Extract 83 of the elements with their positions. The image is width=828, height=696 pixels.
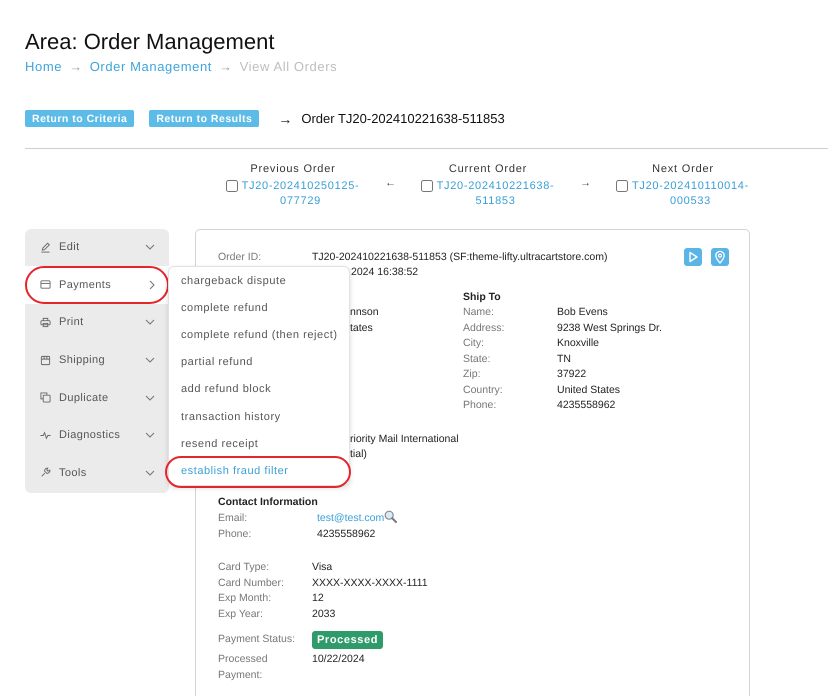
field-label: Phone: — [463, 398, 498, 413]
field-label: Name: — [463, 305, 495, 320]
chevron-down-icon — [145, 432, 155, 438]
chevron-down-icon — [145, 470, 155, 476]
map-pin-icon[interactable] — [711, 248, 729, 266]
field-value: 2033 — [312, 606, 336, 622]
field-value: nnson — [350, 306, 379, 318]
menu-item[interactable]: complete refund (then reject) — [169, 321, 349, 349]
page-title: Area: Order Management — [25, 29, 274, 55]
breadcrumb-current: View All Orders — [240, 59, 338, 75]
field-label: Processed Payment: — [218, 652, 269, 682]
field-label: State: — [463, 352, 492, 366]
nav-heading: Current Order — [448, 163, 528, 175]
field-value: Visa — [312, 560, 332, 575]
field-label: Card Number: — [218, 576, 285, 590]
chevron-down-icon — [145, 394, 155, 401]
credit-card-icon — [40, 279, 51, 290]
pencil-icon — [40, 242, 51, 253]
printer-icon — [40, 316, 51, 328]
sidebar-item[interactable]: Tools — [25, 454, 169, 492]
field-label: Zip: — [463, 367, 482, 382]
field-value: XXXX-XXXX-XXXX-1111 — [312, 576, 428, 590]
field-value: Knoxville — [557, 336, 600, 351]
sidebar-item[interactable]: Duplicate — [25, 378, 169, 416]
arrow-sign: → — [278, 110, 292, 126]
field-value: 4235558962 — [317, 527, 376, 542]
checkbox[interactable] — [420, 180, 432, 192]
field-label: Exp Year: — [218, 606, 264, 622]
field-label: Address: — [463, 320, 506, 336]
field-value: 12 — [312, 591, 324, 606]
field-value: 37922 — [557, 367, 586, 382]
wrench-icon — [40, 467, 51, 478]
field-value: 2024 16:38:52 — [351, 266, 418, 278]
pulse-icon — [40, 430, 51, 441]
sidebar-item[interactable]: Diagnostics — [25, 416, 169, 454]
menu-item[interactable]: resend receipt — [169, 430, 349, 458]
field-label: Email: — [218, 511, 248, 526]
sidebar-item[interactable]: Print — [25, 304, 169, 342]
play-icon[interactable] — [684, 248, 702, 266]
field-label: Exp Month: — [218, 591, 272, 606]
menu-item[interactable]: transaction history — [169, 403, 349, 430]
field-label: Country: — [463, 382, 504, 398]
breadcrumb-separator: → — [69, 59, 83, 75]
nav-heading: Previous Order — [250, 163, 336, 175]
field-value: tates — [350, 322, 373, 334]
field-value: TJ20-202410221638-511853 (SF:theme-lifty.ultracartstore.com) — [312, 250, 608, 264]
field-value: 10/22/2024 — [312, 652, 365, 667]
field-label: Payment Status: — [218, 632, 296, 647]
section-heading: Contact Information — [218, 496, 318, 508]
chevron-down-icon — [145, 319, 155, 326]
chevron-right-icon — [149, 280, 155, 290]
sidebar-item[interactable]: Shipping — [25, 341, 169, 379]
sidebar-item[interactable]: Edit — [25, 228, 169, 266]
menu-item[interactable]: partial refund — [169, 348, 349, 376]
field-value: 4235558962 — [557, 398, 616, 413]
status-badge: Processed — [312, 631, 384, 649]
field-value: TN — [557, 352, 571, 366]
nav-arrow: → — [580, 177, 591, 189]
menu-item[interactable]: chargeback dispute — [169, 267, 349, 294]
sidebar-item[interactable]: Payments — [25, 266, 169, 304]
chevron-down-icon — [145, 357, 155, 364]
field-value: Bob Evens — [557, 305, 608, 320]
field-label: Phone: — [218, 527, 252, 542]
copy-icon — [40, 392, 51, 404]
search-icon[interactable] — [384, 510, 398, 523]
order-title: Order TJ20-202410221638-511853 — [301, 111, 505, 126]
breadcrumb-separator: → — [219, 59, 233, 75]
field-value: riority Mail International — [350, 432, 459, 444]
box-icon — [40, 354, 51, 366]
field-label: City: — [463, 336, 485, 351]
field-value: tial) — [350, 448, 367, 460]
field-value: United States — [557, 382, 620, 398]
checkbox[interactable] — [226, 180, 238, 192]
field-label: Card Type: — [218, 560, 270, 575]
nav-arrow: ← — [385, 177, 396, 189]
menu-item[interactable]: add refund block — [169, 376, 349, 404]
checkbox[interactable] — [616, 180, 628, 192]
menu-item[interactable]: complete refund — [169, 294, 349, 322]
field-value: 9238 West Springs Dr. — [557, 320, 662, 336]
section-heading: Ship To — [463, 290, 501, 302]
chevron-down-icon — [145, 244, 155, 250]
nav-heading: Next Order — [652, 163, 714, 175]
field-label: Order ID: — [218, 250, 262, 264]
